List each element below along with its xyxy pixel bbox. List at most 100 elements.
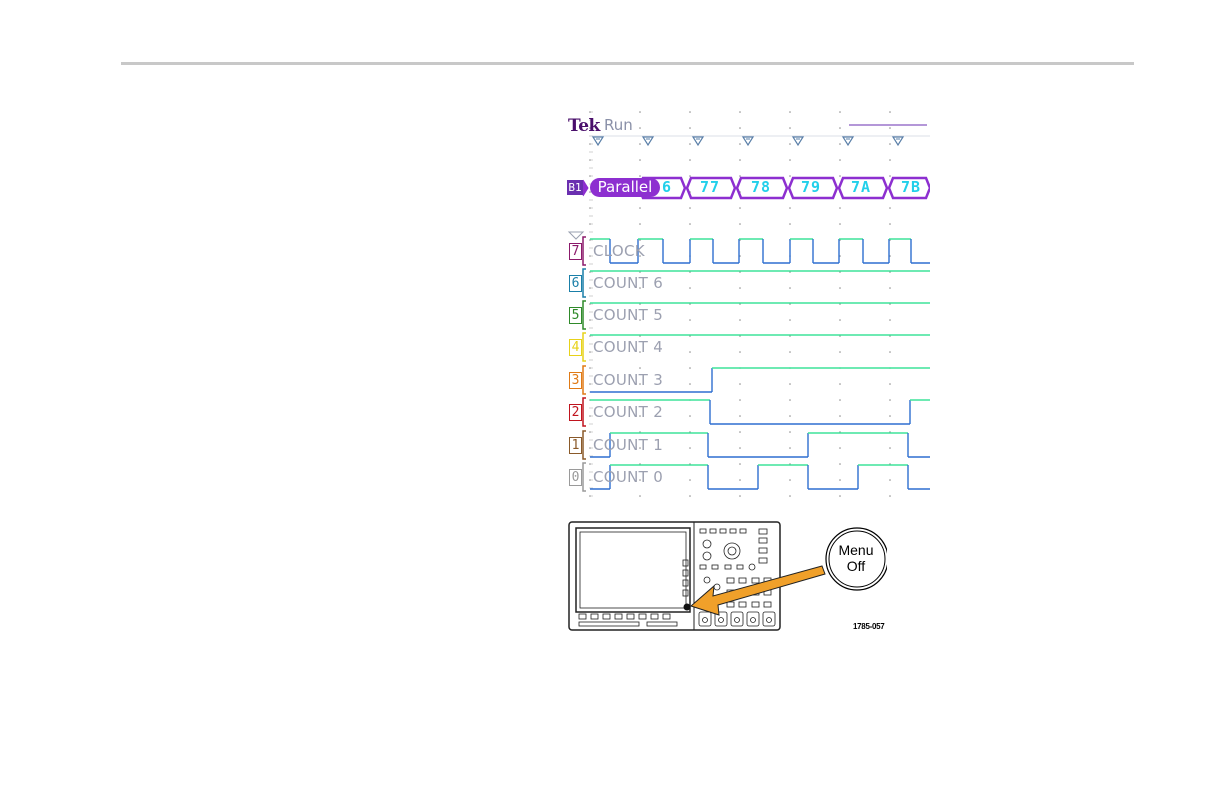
channel-number-badge[interactable]: 2 — [569, 404, 582, 421]
grid-dot — [639, 143, 641, 145]
channel-number-badge[interactable]: 5 — [569, 307, 582, 324]
grid-dot — [639, 175, 641, 177]
menu-off-label-line2: Off — [846, 558, 866, 574]
grid-dot — [639, 159, 641, 161]
grid-dot — [889, 127, 891, 129]
grid-dot — [739, 447, 741, 449]
grid-dot — [889, 143, 891, 145]
grid-dot — [689, 223, 691, 225]
channel-bracket — [582, 462, 586, 492]
grid-dot — [789, 127, 791, 129]
grid-dot — [689, 447, 691, 449]
menu-off-label-line1: Menu — [838, 542, 874, 558]
grid-dot — [689, 367, 691, 369]
grid-dot — [789, 143, 791, 145]
channel-bracket — [582, 430, 586, 460]
bus-value: 6 — [662, 178, 673, 196]
acquisition-status: Run — [604, 116, 633, 134]
grid-dot — [839, 127, 841, 129]
channel-number-badge[interactable]: 6 — [569, 275, 582, 292]
grid-dot — [739, 399, 741, 401]
grid-dot — [889, 319, 891, 321]
grid-dot — [739, 415, 741, 417]
grid-dot — [739, 159, 741, 161]
front-panel-drawing — [568, 521, 889, 631]
bus-type-label: Parallel — [590, 178, 660, 197]
grid-dot — [789, 431, 791, 433]
grid-dot — [789, 479, 791, 481]
grid-dot — [839, 207, 841, 209]
grid-dot — [689, 351, 691, 353]
grid-dot — [639, 127, 641, 129]
grid-dot — [689, 175, 691, 177]
grid-dot — [889, 175, 891, 177]
grid-dot — [689, 319, 691, 321]
grid-dot — [689, 111, 691, 113]
trigger-marker-icon — [641, 136, 655, 147]
grid-dot — [789, 111, 791, 113]
grid-dot — [689, 143, 691, 145]
grid-dot — [889, 383, 891, 385]
grid-dot — [639, 207, 641, 209]
grid-dot — [839, 319, 841, 321]
oscilloscope-display: Tek Run B1 Parallel 6 77 78 79 7A 7B CLOCK 7 CO… — [565, 108, 930, 503]
grid-dot — [889, 111, 891, 113]
grid-dot — [639, 495, 641, 497]
trigger-marker-icon — [891, 136, 905, 147]
grid-dot — [739, 207, 741, 209]
bus-value: 78 — [751, 178, 772, 196]
channel-label: CLOCK — [593, 242, 645, 260]
grid-dot — [739, 143, 741, 145]
grid-dot — [889, 415, 891, 417]
channel-bracket — [582, 332, 586, 362]
grid-dot — [689, 415, 691, 417]
grid-dot — [689, 479, 691, 481]
channel-number-badge[interactable]: 0 — [569, 469, 582, 486]
grid-dot — [739, 495, 741, 497]
trigger-marker-icon — [841, 136, 855, 147]
grid-dot — [739, 383, 741, 385]
grid-dot — [689, 287, 691, 289]
grid-dot — [789, 319, 791, 321]
grid-dot — [889, 495, 891, 497]
channel-number-badge[interactable]: 4 — [569, 339, 582, 356]
grid-dot — [739, 127, 741, 129]
bus-value: 77 — [700, 178, 721, 196]
tek-logo: Tek — [568, 116, 600, 136]
scope-screen — [575, 527, 691, 613]
grid-dot — [739, 223, 741, 225]
grid-dot — [839, 287, 841, 289]
grid-dot — [689, 159, 691, 161]
grid-dot — [789, 223, 791, 225]
grid-dot — [789, 159, 791, 161]
channel-bracket — [582, 236, 586, 266]
grid-dot — [889, 351, 891, 353]
grid-dot — [839, 463, 841, 465]
trigger-marker-icon — [741, 136, 755, 147]
channel-bracket — [582, 365, 586, 395]
channel-number-badge[interactable]: 3 — [569, 372, 582, 389]
grid-dot — [889, 479, 891, 481]
channel-label: COUNT 1 — [593, 436, 664, 454]
channel-label: COUNT 6 — [593, 274, 664, 292]
grid-dot — [839, 111, 841, 113]
channel-number-badge[interactable]: 1 — [569, 437, 582, 454]
grid-dot — [839, 399, 841, 401]
grid-dot — [639, 223, 641, 225]
bus-badge-b1[interactable]: B1 — [567, 180, 583, 195]
page-top-rule — [121, 62, 1134, 65]
bus-pointer-icon — [582, 179, 589, 197]
grid-dot — [789, 399, 791, 401]
bus-value: 7A — [851, 178, 872, 196]
channel-bracket — [582, 300, 586, 330]
grid-dot — [889, 447, 891, 449]
grid-dot — [789, 287, 791, 289]
channel-number-badge[interactable]: 7 — [569, 243, 582, 260]
channel-label: COUNT 3 — [593, 371, 664, 389]
grid-dot — [839, 143, 841, 145]
trigger-marker-icon — [791, 136, 805, 147]
grid-dot — [739, 287, 741, 289]
grid-dot — [739, 479, 741, 481]
channel-label: COUNT 4 — [593, 338, 664, 356]
grid-dot — [889, 159, 891, 161]
